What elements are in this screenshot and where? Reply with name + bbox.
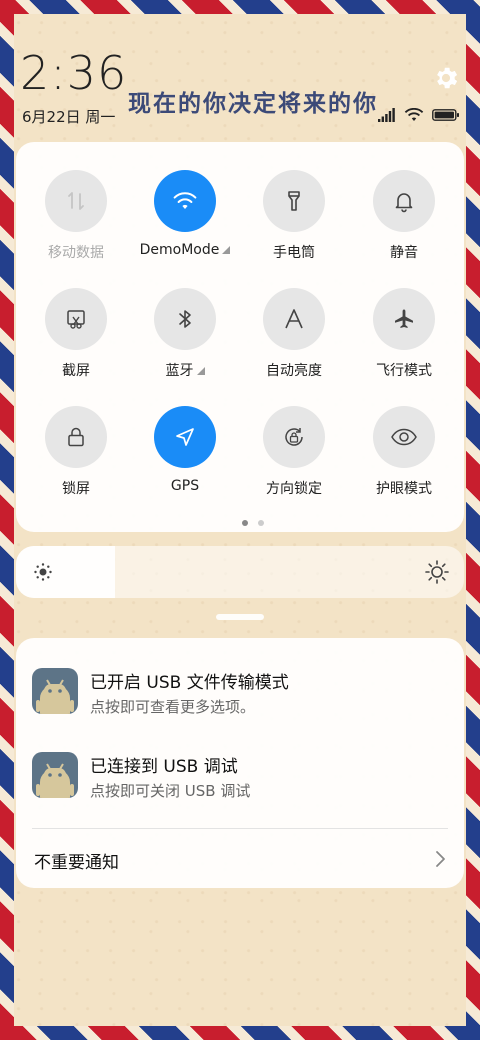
eye-icon: [373, 406, 435, 468]
tile-eye-care[interactable]: 护眼模式: [354, 406, 454, 506]
tile-silent[interactable]: 静音: [354, 170, 454, 270]
expand-triangle-icon: [196, 367, 205, 375]
brightness-high-icon: [424, 559, 450, 589]
drag-handle[interactable]: [216, 614, 264, 620]
settings-gear-icon[interactable]: [432, 64, 460, 92]
screenshot-icon: [45, 288, 107, 350]
airplane-icon: [373, 288, 435, 350]
tile-label-text: 蓝牙: [165, 363, 194, 379]
wifi-status-icon: [404, 107, 424, 126]
tile-auto-brightness[interactable]: 自动亮度: [244, 288, 344, 388]
divider: [32, 828, 448, 829]
tile-flashlight[interactable]: 手电筒: [244, 170, 344, 270]
mobile-data-icon: [45, 170, 107, 232]
clock: 2:36: [20, 46, 128, 100]
tile-label: 移动数据: [48, 245, 104, 261]
tile-airplane[interactable]: 飞行模式: [354, 288, 454, 388]
expand-triangle-icon: [222, 246, 231, 254]
page-dot[interactable]: [258, 520, 264, 526]
tile-label: 蓝牙: [135, 360, 235, 380]
tile-label: DemoMode: [135, 242, 235, 258]
flashlight-icon: [263, 170, 325, 232]
tile-wifi[interactable]: DemoMode: [135, 170, 235, 270]
notification-panel: 已开启 USB 文件传输模式 点按即可查看更多选项。 已连接到 USB 调试 点…: [16, 638, 464, 888]
battery-icon: [432, 107, 460, 126]
wifi-icon: [154, 170, 216, 232]
quick-settings-panel: 移动数据 DemoMode 手电筒 静音 截屏 蓝牙 自动亮度 飞行模式 锁屏 …: [16, 142, 464, 532]
tile-label: GPS: [170, 478, 200, 494]
tile-gps[interactable]: GPS: [135, 406, 235, 506]
notification-title: 已开启 USB 文件传输模式: [90, 673, 289, 693]
brightness-low-icon: [32, 561, 54, 587]
bluetooth-icon: [154, 288, 216, 350]
tile-screenshot[interactable]: 截屏: [26, 288, 126, 388]
page-indicator: [242, 520, 264, 526]
lock-icon: [45, 406, 107, 468]
notification-body: 点按即可关闭 USB 调试: [90, 782, 251, 800]
tile-label: 自动亮度: [266, 363, 322, 379]
tile-label: 方向锁定: [266, 481, 322, 497]
tile-mobile-data[interactable]: 移动数据: [26, 170, 126, 270]
brightness-fill: [16, 546, 115, 598]
tile-label: 静音: [390, 245, 418, 261]
bell-icon: [373, 170, 435, 232]
notification-usb-transfer[interactable]: 已开启 USB 文件传输模式 点按即可查看更多选项。: [32, 668, 452, 720]
signal-icon: [378, 107, 396, 126]
tile-bluetooth[interactable]: 蓝牙: [135, 288, 235, 388]
tile-label: 锁屏: [62, 481, 90, 497]
notification-title: 已连接到 USB 调试: [90, 757, 238, 777]
tile-label: 截屏: [62, 363, 90, 379]
notification-usb-debug[interactable]: 已连接到 USB 调试 点按即可关闭 USB 调试: [32, 752, 452, 804]
rotation-lock-icon: [263, 406, 325, 468]
notification-body: 点按即可查看更多选项。: [90, 698, 256, 716]
tile-label: 手电筒: [273, 245, 315, 261]
tile-label: 护眼模式: [376, 481, 432, 497]
tile-rotation-lock[interactable]: 方向锁定: [244, 406, 344, 506]
android-icon: [32, 752, 78, 798]
page-dot[interactable]: [242, 520, 248, 526]
tile-label: 飞行模式: [376, 363, 432, 379]
brightness-slider[interactable]: [16, 546, 464, 598]
android-icon: [32, 668, 78, 714]
wallpaper-motto: 现在的你决定将来的你: [128, 90, 378, 117]
unimportant-notifications-link[interactable]: 不重要通知: [34, 848, 119, 873]
tile-lock-screen[interactable]: 锁屏: [26, 406, 126, 506]
date: 6月22日 周一: [22, 108, 116, 126]
tile-label-text: DemoMode: [139, 242, 220, 258]
chevron-right-icon[interactable]: [434, 849, 448, 873]
location-arrow-icon: [154, 406, 216, 468]
auto-brightness-icon: [263, 288, 325, 350]
status-icons: [378, 108, 460, 126]
